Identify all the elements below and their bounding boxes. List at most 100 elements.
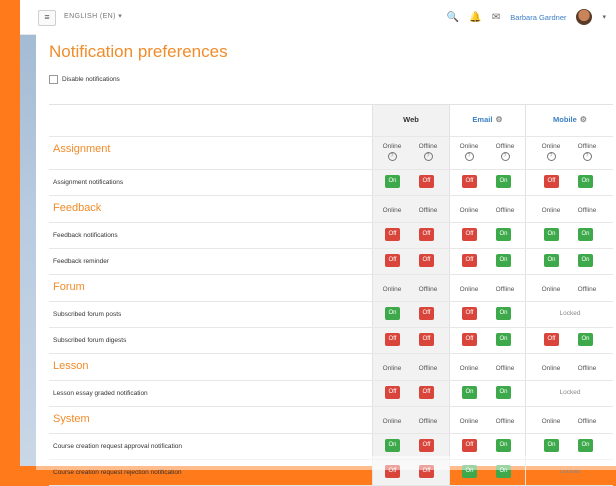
web-cell: Off Off [372, 328, 449, 353]
toggle-button[interactable]: On [578, 175, 593, 188]
item-label: Subscribed forum digests [53, 337, 127, 344]
offline-label: Offline? [411, 143, 445, 161]
toggle-button[interactable]: Off [385, 228, 400, 241]
toggle-button[interactable]: Off [462, 228, 477, 241]
toggle-button[interactable]: Off [462, 439, 477, 452]
menu-toggle-button[interactable]: ≡ [38, 10, 56, 26]
online-label: Online [382, 286, 402, 293]
offline-label: Offline [495, 207, 515, 214]
web-cell: Off Off [372, 223, 449, 248]
toggle-button[interactable]: Off [419, 175, 434, 188]
help-icon[interactable]: ? [582, 152, 592, 161]
online-label: Online [459, 286, 479, 293]
mobile-cell: Online? Offline? [525, 137, 614, 169]
toggle-button[interactable]: Off [544, 333, 559, 346]
toggle-button[interactable]: Off [419, 333, 434, 346]
toggle-button[interactable]: Off [419, 307, 434, 320]
mobile-column-header: Mobile ⚙ [525, 105, 614, 136]
messages-icon[interactable]: ✉ [492, 12, 500, 23]
online-text: Online [541, 143, 561, 150]
web-cell: Online Offline [372, 196, 449, 222]
user-name[interactable]: Barbara Gardner [510, 13, 566, 22]
online-label: Online [541, 418, 561, 425]
online-label: Online [459, 365, 479, 372]
toggle-button[interactable]: On [496, 228, 511, 241]
toggle-button[interactable]: On [496, 307, 511, 320]
table-row: Subscribed forum digests Off Off Off On … [49, 328, 613, 354]
toggle-button[interactable]: Off [385, 386, 400, 399]
online-label: Online [382, 365, 402, 372]
toggle-button[interactable]: On [578, 439, 593, 452]
toggle-button[interactable]: On [544, 228, 559, 241]
email-header[interactable]: Email ⚙ [450, 115, 525, 124]
toggle-button[interactable]: On [496, 175, 511, 188]
offline-text: Offline [577, 143, 597, 150]
email-header-label[interactable]: Email [472, 115, 492, 124]
toggle-button[interactable]: Off [462, 175, 477, 188]
toggle-button[interactable]: Off [419, 228, 434, 241]
section-title: Lesson [53, 360, 89, 372]
gear-icon[interactable]: ⚙ [495, 115, 502, 124]
item-label: Course creation request approval notific… [53, 443, 182, 450]
language-menu[interactable]: ENGLISH (EN) ▾ [64, 12, 122, 20]
help-icon[interactable]: ? [500, 152, 510, 161]
help-icon[interactable]: ? [546, 152, 556, 161]
toggle-button[interactable]: Off [419, 439, 434, 452]
email-cell: Off On [449, 223, 525, 248]
email-cell: Online Offline [449, 275, 525, 301]
help-icon[interactable]: ? [423, 152, 433, 161]
toggle-button[interactable]: Off [385, 333, 400, 346]
toggle-button[interactable]: On [496, 333, 511, 346]
online-label: Online [541, 207, 561, 214]
email-cell: Off On [449, 249, 525, 274]
table-row: Subscribed forum posts On Off Off On Loc… [49, 302, 613, 328]
offline-label: Offline [577, 418, 597, 425]
toggle-button[interactable]: Off [544, 175, 559, 188]
page-title: Notification preferences [49, 42, 228, 61]
toggle-button[interactable]: On [578, 333, 593, 346]
toggle-button[interactable]: On [496, 386, 511, 399]
item-label: Feedback reminder [53, 258, 109, 265]
help-icon[interactable]: ? [464, 152, 474, 161]
gear-icon[interactable]: ⚙ [580, 115, 587, 124]
mobile-header[interactable]: Mobile ⚙ [526, 115, 614, 124]
toggle-button[interactable]: On [578, 228, 593, 241]
top-navbar: ≡ ENGLISH (EN) ▾ 🔍 🔔 ✉ Barbara Gardner ▾ [20, 0, 616, 35]
toggle-button[interactable]: Off [419, 386, 434, 399]
chevron-down-icon[interactable]: ▾ [602, 13, 606, 21]
offline-label: Offline [495, 418, 515, 425]
toggle-button[interactable]: Off [462, 254, 477, 267]
toggle-button[interactable]: On [578, 254, 593, 267]
toggle-button[interactable]: On [385, 307, 400, 320]
toggle-button[interactable]: On [544, 439, 559, 452]
mobile-cell: Locked [525, 302, 614, 327]
toggle-button[interactable]: Off [385, 254, 400, 267]
toggle-button[interactable]: On [385, 439, 400, 452]
toggle-button[interactable]: On [496, 254, 511, 267]
section-row: Feedback Online Offline Online Offline O… [49, 196, 613, 223]
section-row: Lesson Online Offline Online Offline Onl… [49, 354, 613, 381]
toggle-button[interactable]: Off [462, 333, 477, 346]
online-label: Online? [534, 143, 568, 161]
search-icon[interactable]: 🔍 [447, 12, 459, 23]
help-icon[interactable]: ? [387, 152, 397, 161]
toggle-button[interactable]: On [462, 386, 477, 399]
disable-notifications-checkbox[interactable] [49, 75, 58, 84]
online-label: Online [541, 286, 561, 293]
nav-right: 🔍 🔔 ✉ Barbara Gardner ▾ [447, 8, 606, 26]
toggle-button[interactable]: On [544, 254, 559, 267]
table-row: Feedback reminder Off Off Off On On On [49, 249, 613, 275]
offline-label: Offline [577, 365, 597, 372]
locked-label: Locked [559, 389, 581, 396]
offline-label: Offline [418, 418, 438, 425]
offline-label: Offline [577, 286, 597, 293]
toggle-button[interactable]: Off [462, 307, 477, 320]
mobile-header-label[interactable]: Mobile [553, 115, 577, 124]
avatar[interactable] [576, 9, 593, 25]
online-text: Online [459, 143, 479, 150]
toggle-button[interactable]: On [385, 175, 400, 188]
email-cell: Online Offline [449, 354, 525, 380]
notifications-icon[interactable]: 🔔 [469, 12, 481, 23]
toggle-button[interactable]: Off [419, 254, 434, 267]
toggle-button[interactable]: On [496, 439, 511, 452]
